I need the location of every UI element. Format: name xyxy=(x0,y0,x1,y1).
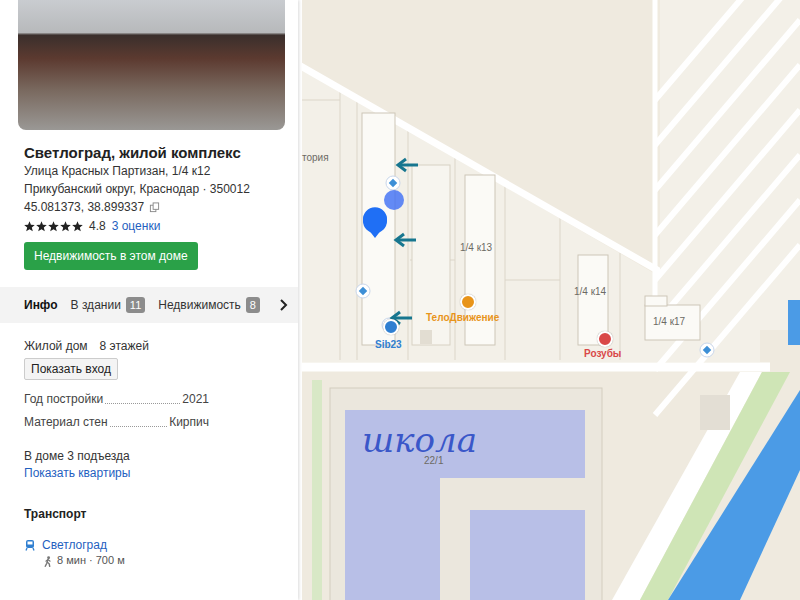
poi-label[interactable]: Розубы xyxy=(584,348,621,359)
poi-marker[interactable] xyxy=(597,331,613,347)
tab-label: Недвижимость xyxy=(158,298,241,312)
fact-label: Год постройки xyxy=(24,390,103,408)
walk-time: 8 мин · 700 м xyxy=(57,553,125,568)
tab[interactable]: Недвижимость 8 xyxy=(158,288,260,322)
building-photo[interactable] xyxy=(18,0,285,130)
entrances: В доме 3 подъезда xyxy=(24,447,286,465)
star-icon xyxy=(72,221,83,232)
rating-value: 4.8 xyxy=(89,219,106,233)
poi-marker[interactable] xyxy=(460,294,476,310)
tab-badge: 8 xyxy=(246,297,260,313)
map-label: 1/4 к14 xyxy=(574,286,606,297)
realty-button[interactable]: Недвижимость в этом доме xyxy=(24,242,198,270)
stop-name[interactable]: Светлоград xyxy=(42,537,125,553)
tab[interactable]: В здании 11 xyxy=(71,288,146,322)
show-entrance-button[interactable]: Показать вход xyxy=(24,358,118,380)
tab-label: В здании xyxy=(71,298,121,312)
rating-stars xyxy=(24,221,83,232)
star-icon xyxy=(48,221,59,232)
map-label: 1/4 к13 xyxy=(460,242,492,253)
transport-heading: Транспорт xyxy=(24,505,286,523)
map-label: 1/4 к17 xyxy=(653,316,685,327)
tram-icon xyxy=(24,539,36,551)
tab[interactable]: Инфо xyxy=(24,289,58,321)
school-annotation: школа xyxy=(362,420,477,460)
map[interactable]: тория1/4 к131/4 к141/4 к1722/1ТелоДвижен… xyxy=(298,0,800,600)
fact-value: Кирпич xyxy=(169,413,209,431)
tab-bar: Инфо В здании 11 Недвижимость 8 xyxy=(0,287,298,323)
map-canvas[interactable] xyxy=(298,0,800,600)
rating-row: 4.8 3 оценки xyxy=(24,219,286,233)
building-type: Жилой дом xyxy=(24,337,88,355)
coordinates-row: 45.081373, 38.899337 xyxy=(24,198,286,216)
place-address: Улица Красных Партизан, 1/4 к12 xyxy=(24,162,286,180)
star-icon xyxy=(60,221,71,232)
coordinates[interactable]: 45.081373, 38.899337 xyxy=(24,198,144,216)
tab-label: Инфо xyxy=(24,298,58,312)
fact-row: Материал стен Кирпич xyxy=(24,413,209,431)
place-title: Светлоград, жилой комплекс xyxy=(24,143,286,162)
poi-label[interactable]: Sib23 xyxy=(375,339,402,350)
copy-icon[interactable] xyxy=(149,202,160,213)
fact-leader xyxy=(110,426,168,427)
card-header: Светлоград, жилой комплексУлица Красных … xyxy=(0,130,298,270)
transport-stop[interactable]: Светлоград8 мин · 700 м xyxy=(24,537,286,568)
stop-text: Светлоград8 мин · 700 м xyxy=(42,537,125,568)
show-apartments-link[interactable]: Показать квартиры xyxy=(24,465,286,481)
place-district: Прикубанский округ, Краснодар · 350012 xyxy=(24,180,286,198)
walk-info: 8 мин · 700 м xyxy=(42,553,125,568)
rating-count[interactable]: 3 оценки xyxy=(112,219,161,233)
star-icon xyxy=(24,221,35,232)
fact-value: 2021 xyxy=(182,390,209,408)
place-card: Светлоград, жилой комплексУлица Красных … xyxy=(0,0,298,600)
chevron-right-icon[interactable] xyxy=(276,298,290,312)
fact-leader xyxy=(105,403,180,404)
floors: 8 этажей xyxy=(100,337,149,355)
fact-row: Год постройки 2021 xyxy=(24,390,209,408)
fact-label: Материал стен xyxy=(24,413,108,431)
poi-marker[interactable] xyxy=(383,319,399,335)
info-section: Жилой дом 8 этажей Показать вход Год постро… xyxy=(0,337,298,568)
poi-label[interactable]: ТелоДвижение xyxy=(426,312,499,323)
map-label: тория xyxy=(302,152,329,163)
walking-icon xyxy=(42,556,54,568)
star-icon xyxy=(36,221,47,232)
tab-badge: 11 xyxy=(126,297,145,313)
building-type-row: Жилой дом 8 этажей xyxy=(24,337,286,355)
